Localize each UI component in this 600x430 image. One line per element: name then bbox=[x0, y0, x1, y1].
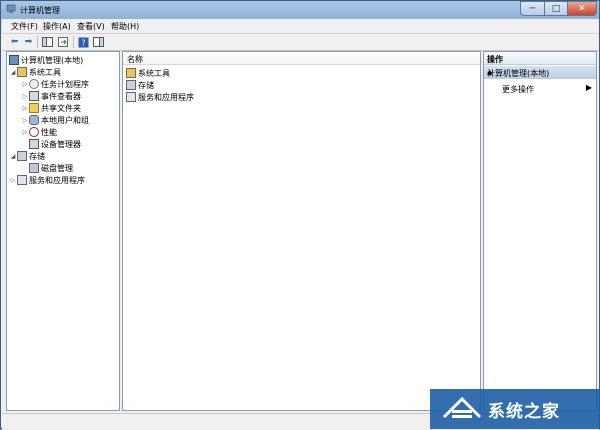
device-manager-icon bbox=[29, 139, 39, 149]
expand-arrow-icon[interactable]: ▷ bbox=[21, 81, 29, 88]
expand-arrow-icon[interactable]: ▷ bbox=[9, 177, 17, 184]
tree-item-label: 服务和应用程序 bbox=[29, 175, 85, 185]
expand-arrow-icon[interactable]: ▷ bbox=[21, 129, 29, 136]
computer-icon bbox=[9, 55, 19, 65]
help-icon[interactable]: ? bbox=[77, 36, 90, 48]
tree-item-disk-management[interactable]: 磁盘管理 bbox=[29, 162, 73, 174]
more-actions-item[interactable]: 更多操作 ▶ bbox=[484, 82, 596, 94]
tree-item-label: 本地用户和组 bbox=[41, 115, 89, 125]
tools-icon bbox=[126, 68, 136, 78]
menu-bar: 文件(F) 操作(A) 查看(V) 帮助(H) bbox=[2, 19, 599, 34]
collapse-arrow-icon[interactable]: ▲ bbox=[487, 68, 593, 76]
minimize-button[interactable]: ─ bbox=[520, 1, 545, 16]
computer-management-icon bbox=[6, 4, 16, 13]
performance-icon bbox=[29, 127, 39, 137]
back-arrow-icon[interactable]: ⬅ bbox=[8, 36, 21, 48]
menu-view[interactable]: 查看(V) bbox=[77, 21, 105, 32]
list-item-label: 系统工具 bbox=[138, 68, 170, 78]
toolbar: ⬅ ➡ ? bbox=[2, 34, 599, 51]
expand-arrow-icon[interactable]: ▷ bbox=[21, 117, 29, 124]
forward-arrow-icon[interactable]: ➡ bbox=[22, 36, 35, 48]
title-bar[interactable]: 计算机管理 ─ □ ✕ bbox=[1, 1, 599, 19]
show-hide-action-pane-icon[interactable] bbox=[92, 36, 105, 48]
tree-item-storage[interactable]: ◢ 存储 bbox=[9, 150, 45, 162]
tree-item-label: 系统工具 bbox=[29, 67, 61, 77]
storage-icon bbox=[126, 80, 136, 90]
content-list[interactable]: 名称 系统工具 存储 服务和应用程序 bbox=[122, 51, 481, 411]
watermark-text: 系统之家 bbox=[488, 402, 560, 422]
column-header-name[interactable]: 名称 bbox=[123, 52, 480, 65]
tree-item-root[interactable]: 计算机管理(本地) bbox=[9, 54, 83, 66]
tree-item-event-viewer[interactable]: ▷ 事件查看器 bbox=[21, 90, 81, 102]
tree-item-performance[interactable]: ▷ 性能 bbox=[21, 126, 57, 138]
users-icon bbox=[29, 115, 39, 125]
actions-header: 操作 bbox=[484, 52, 596, 65]
list-item-label: 存储 bbox=[138, 80, 154, 90]
storage-icon bbox=[17, 151, 27, 161]
actions-group-computer-management[interactable]: 计算机管理(本地) ▲ bbox=[484, 66, 596, 79]
menu-action[interactable]: 操作(A) bbox=[43, 21, 71, 32]
tools-icon bbox=[17, 67, 27, 77]
tree-item-services-applications[interactable]: ▷ 服务和应用程序 bbox=[9, 174, 85, 186]
tree-item-label: 共享文件夹 bbox=[41, 103, 81, 113]
toolbar-divider bbox=[73, 36, 74, 48]
menu-file[interactable]: 文件(F) bbox=[11, 21, 38, 32]
tree-item-system-tools[interactable]: ◢ 系统工具 bbox=[9, 66, 61, 78]
collapse-arrow-icon[interactable]: ◢ bbox=[9, 69, 17, 76]
services-icon bbox=[17, 175, 27, 185]
collapse-arrow-icon[interactable]: ◢ bbox=[9, 153, 17, 160]
maximize-button[interactable]: □ bbox=[544, 1, 568, 16]
tree-item-task-scheduler[interactable]: ▷ 任务计划程序 bbox=[21, 78, 89, 90]
tree-item-label: 设备管理器 bbox=[41, 139, 81, 149]
toolbar-divider bbox=[37, 36, 38, 48]
svg-text:?: ? bbox=[81, 38, 85, 47]
list-item[interactable]: 服务和应用程序 bbox=[126, 91, 194, 103]
list-item-label: 服务和应用程序 bbox=[138, 92, 194, 102]
services-icon bbox=[126, 92, 136, 102]
tree-item-local-users-groups[interactable]: ▷ 本地用户和组 bbox=[21, 114, 89, 126]
tree-item-shared-folders[interactable]: ▷ 共享文件夹 bbox=[21, 102, 81, 114]
event-viewer-icon bbox=[29, 91, 39, 101]
list-item[interactable]: 存储 bbox=[126, 79, 154, 91]
tree-item-label: 磁盘管理 bbox=[41, 163, 73, 173]
show-hide-tree-icon[interactable] bbox=[41, 36, 54, 48]
tree-item-device-manager[interactable]: 设备管理器 bbox=[29, 138, 81, 150]
tree-item-label: 事件查看器 bbox=[41, 91, 81, 101]
list-item[interactable]: 系统工具 bbox=[126, 67, 170, 79]
close-button[interactable]: ✕ bbox=[567, 1, 597, 16]
site-watermark: 系统之家 bbox=[430, 383, 600, 429]
tree-item-label: 存储 bbox=[29, 151, 45, 161]
computer-management-window: 计算机管理 ─ □ ✕ 文件(F) 操作(A) 查看(V) 帮助(H) ⬅ ➡ … bbox=[0, 0, 600, 430]
watermark-logo-icon bbox=[442, 396, 482, 419]
window-title: 计算机管理 bbox=[20, 6, 60, 15]
export-list-icon[interactable] bbox=[57, 36, 70, 48]
tree-item-label: 性能 bbox=[41, 127, 57, 137]
tree-item-label: 计算机管理(本地) bbox=[21, 55, 84, 65]
disk-icon bbox=[29, 163, 39, 173]
actions-pane: 操作 计算机管理(本地) ▲ 更多操作 ▶ bbox=[483, 51, 597, 411]
tree-item-label: 任务计划程序 bbox=[41, 79, 89, 89]
menu-help[interactable]: 帮助(H) bbox=[111, 21, 139, 32]
expand-arrow-icon[interactable]: ▷ bbox=[21, 105, 29, 112]
submenu-arrow-icon: ▶ bbox=[585, 83, 592, 92]
shared-folder-icon bbox=[29, 103, 39, 113]
clock-icon bbox=[29, 79, 39, 89]
navigation-tree[interactable]: 计算机管理(本地) ◢ 系统工具 ▷ 任务计划程序 ▷ 事件查看器 ▷ 共享文件… bbox=[6, 51, 120, 411]
expand-arrow-icon[interactable]: ▷ bbox=[21, 93, 29, 100]
